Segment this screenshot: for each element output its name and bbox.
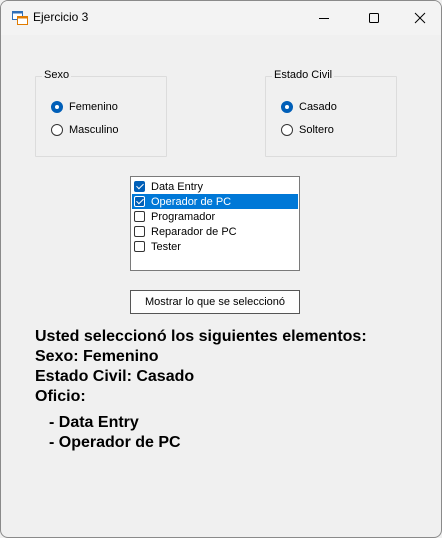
window-title: Ejercicio 3 [33,10,89,24]
list-item-programador[interactable]: Programador [132,209,298,224]
close-icon [414,12,426,24]
result-sexo: Sexo: Femenino [35,348,159,365]
radio-femenino[interactable]: Femenino [51,101,118,113]
result-heading: Usted seleccionó los siguientes elemento… [35,328,367,345]
list-item-data-entry[interactable]: Data Entry [132,179,298,194]
radio-masculino[interactable]: Masculino [51,124,119,136]
result-oficio: Oficio: [35,388,86,405]
radio-casado-label: Casado [299,101,337,113]
list-item-tester[interactable]: Tester [132,239,298,254]
radio-masculino-label: Masculino [69,124,119,136]
list-item-label: Operador de PC [151,195,232,208]
result-item: - Operador de PC [49,434,181,451]
radio-unchecked-icon[interactable] [51,124,63,136]
radio-unchecked-icon[interactable] [281,124,293,136]
list-item-label: Programador [151,210,216,223]
list-item-operador-de-pc[interactable]: Operador de PC [132,194,298,209]
estado-civil-groupbox: Estado Civil Casado Soltero [265,69,397,157]
radio-soltero[interactable]: Soltero [281,124,334,136]
maximize-button[interactable] [351,1,397,35]
result-estado-civil: Estado Civil: Casado [35,368,195,385]
radio-femenino-label: Femenino [69,101,118,113]
result-item: - Data Entry [49,414,139,431]
main-window: Ejercicio 3 Sexo Femenino Masculino Esta… [0,0,442,538]
title-bar[interactable]: Ejercicio 3 [1,1,441,35]
app-icon [12,11,28,25]
radio-checked-icon[interactable] [51,101,63,113]
sexo-group-label: Sexo [42,69,72,81]
minimize-button[interactable] [301,1,347,35]
list-item-reparador-de-pc[interactable]: Reparador de PC [132,224,298,239]
estado-civil-group-label: Estado Civil [272,69,335,81]
list-item-label: Reparador de PC [151,225,237,238]
minimize-icon [319,18,329,19]
checkbox-unchecked-icon[interactable] [134,211,145,222]
radio-casado[interactable]: Casado [281,101,337,113]
oficio-checked-listbox[interactable]: Data Entry Operador de PC Programador Re… [130,176,300,271]
checkbox-unchecked-icon[interactable] [134,226,145,237]
list-item-label: Tester [151,240,181,253]
checkbox-checked-icon[interactable] [134,181,145,192]
checkbox-checked-icon[interactable] [134,196,145,207]
mostrar-button[interactable]: Mostrar lo que se seleccionó [130,290,300,314]
radio-soltero-label: Soltero [299,124,334,136]
sexo-groupbox: Sexo Femenino Masculino [35,69,167,157]
checkbox-unchecked-icon[interactable] [134,241,145,252]
maximize-icon [369,13,379,23]
radio-checked-icon[interactable] [281,101,293,113]
close-button[interactable] [397,1,441,35]
list-item-label: Data Entry [151,180,203,193]
